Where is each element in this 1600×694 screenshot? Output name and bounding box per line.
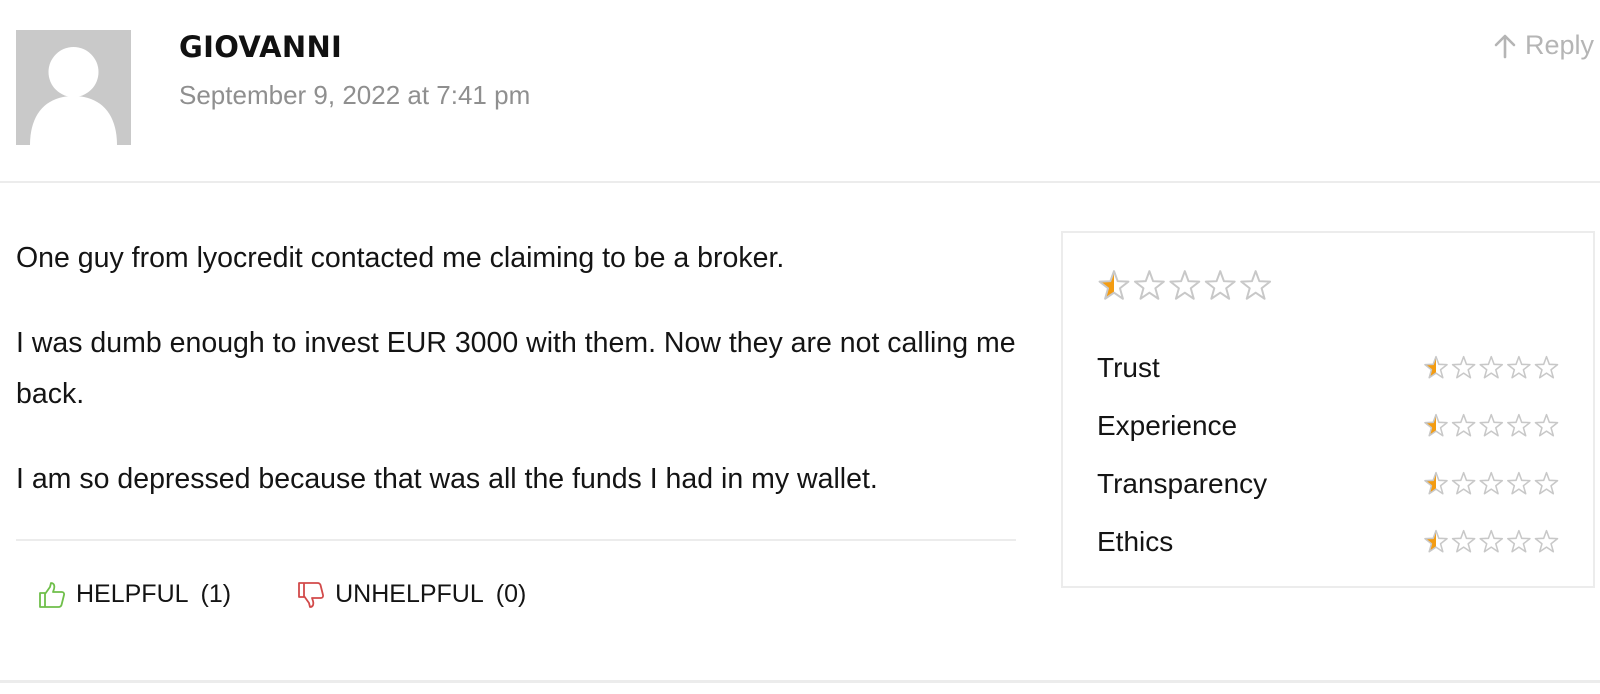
star-icon (1478, 529, 1503, 553)
star-icon (1204, 270, 1236, 300)
criterion-ethics: Ethics (1097, 513, 1559, 571)
arrow-up-icon (1494, 34, 1516, 58)
star-icon (1423, 471, 1448, 495)
vote-bar: HELPFUL (1) UNHELPFUL (0) (38, 580, 526, 609)
review-comment: GIOVANNI September 9, 2022 at 7:41 pm Re… (0, 0, 1600, 694)
reply-label: Reply (1524, 30, 1594, 60)
star-icon (1098, 270, 1130, 300)
star-icon (1506, 529, 1531, 553)
criterion-stars (1423, 529, 1560, 555)
criterion-trust: Trust (1097, 339, 1559, 397)
star-icon (1133, 270, 1165, 300)
star-icon (1534, 355, 1558, 379)
star-rating-icon (1423, 529, 1558, 553)
star-icon (1423, 355, 1448, 379)
unhelpful-count: (0) (495, 580, 527, 608)
star-icon (1451, 529, 1475, 553)
star-icon (1423, 529, 1448, 553)
star-icon (1534, 529, 1558, 553)
rating-criteria: Trust Experience Transparency Ethics (1097, 339, 1559, 571)
helpful-label: HELPFUL (76, 580, 189, 608)
criterion-experience: Experience (1097, 397, 1559, 455)
star-icon (1506, 413, 1531, 437)
criterion-stars (1423, 413, 1560, 439)
star-rating-icon (1098, 270, 1272, 300)
comment-body: One guy from lyocredit contacted me clai… (16, 233, 1026, 505)
star-icon (1451, 471, 1475, 495)
star-icon (1451, 355, 1475, 379)
user-avatar-icon (16, 30, 131, 145)
comment-paragraph: One guy from lyocredit contacted me clai… (16, 242, 785, 274)
author-name: GIOVANNI (179, 30, 343, 64)
star-icon (1451, 413, 1475, 437)
criterion-stars (1423, 471, 1560, 497)
star-icon (1534, 471, 1558, 495)
star-icon (1506, 355, 1531, 379)
criterion-stars (1423, 355, 1560, 381)
star-icon (1534, 413, 1558, 437)
star-rating-icon (1423, 413, 1558, 437)
star-icon (1478, 413, 1503, 437)
star-icon (1478, 471, 1503, 495)
star-icon (1423, 413, 1448, 437)
helpful-button[interactable]: HELPFUL (1) (38, 580, 231, 609)
star-icon (1169, 270, 1201, 300)
thumbs-up-icon (39, 581, 66, 608)
body-divider (16, 539, 1016, 541)
comment-paragraph: I am so depressed because that was all t… (16, 463, 878, 495)
star-icon (1240, 270, 1272, 300)
star-rating-icon (1423, 471, 1558, 495)
overall-rating-stars (1097, 269, 1273, 303)
rating-panel: Trust Experience Transparency Ethics (1061, 231, 1595, 588)
criterion-label: Transparency (1097, 468, 1268, 499)
thumbs-down-icon (298, 581, 325, 608)
header-divider (0, 181, 1600, 183)
criterion-label: Experience (1097, 410, 1238, 441)
criterion-transparency: Transparency (1097, 455, 1559, 513)
star-icon (1478, 355, 1503, 379)
criterion-label: Ethics (1097, 526, 1174, 557)
star-rating-icon (1423, 355, 1558, 379)
unhelpful-button[interactable]: UNHELPFUL (0) (297, 580, 526, 609)
comment-paragraph: I was dumb enough to invest EUR 3000 wit… (16, 327, 1016, 410)
bottom-divider (0, 680, 1600, 683)
criterion-label: Trust (1097, 352, 1160, 383)
comment-date: September 9, 2022 at 7:41 pm (179, 80, 531, 110)
unhelpful-label: UNHELPFUL (335, 580, 484, 608)
reply-button[interactable]: Reply (1493, 30, 1594, 61)
helpful-count: (1) (200, 580, 232, 608)
star-icon (1506, 471, 1531, 495)
